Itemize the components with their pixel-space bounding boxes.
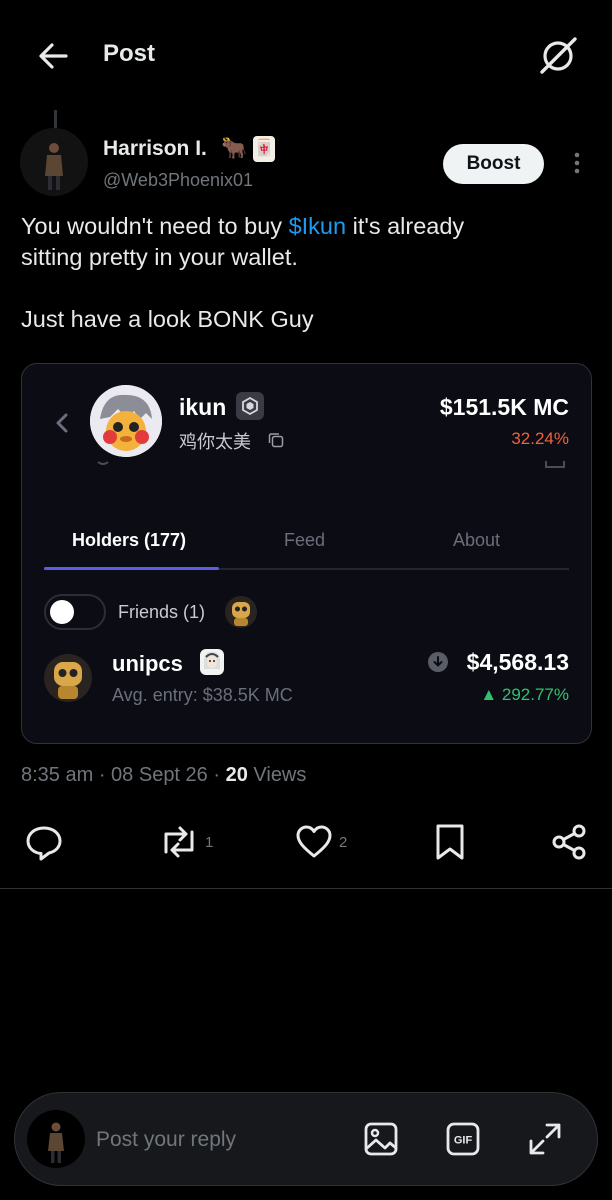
post-line: You wouldn't need to buy $Ikun it's alre… [21,213,465,239]
holder-change: ▲ 292.77% [480,685,569,704]
post-meta: 8:35 am · 08 Sept 26 · 20 Views [21,764,307,786]
more-button[interactable] [566,150,588,178]
repost-count: 1 [205,833,214,851]
tab-holders: Holders (177) [72,530,187,550]
market-cap-change: 32.24% [511,429,569,448]
token-mascot-icon [90,385,162,457]
copy-icon [268,432,284,448]
bull-emoji: 🐂 [221,137,248,160]
bookmark-button[interactable] [430,822,470,862]
cropped-element [96,460,110,468]
author-handle[interactable]: @Web3Phoenix01 [103,170,253,191]
tab-about: About [453,530,501,550]
reply-input[interactable]: Post your reply [96,1128,236,1152]
views-count: 20 [225,764,248,786]
tab-indicator [44,567,219,570]
download-icon [428,652,448,672]
repost-icon [164,826,194,858]
person-icon [45,143,63,190]
divider [0,888,612,889]
back-button[interactable] [30,36,76,76]
author-name[interactable]: Harrison I. [103,137,207,161]
token-name: ikun [179,394,227,420]
post-line: sitting pretty in your wallet. [21,244,298,270]
views-label: Views [253,764,307,786]
like-button[interactable]: 2 [294,822,347,862]
gif-icon: GIF [446,1122,480,1156]
chevron-left-icon [56,413,68,433]
post-text: You wouldn't need to buy $Ikun it's alre… [21,211,591,335]
robot-icon [232,602,250,626]
cropped-element [544,460,566,470]
bookmark-icon [436,824,464,860]
post-line: Just have a look BONK Guy [21,306,314,332]
page-title: Post [103,40,156,67]
mahjong-emoji: 🀄 [253,136,275,162]
holder-value: $4,568.13 [466,649,569,675]
repost-button[interactable]: 1 [158,822,213,862]
triangle-up-icon: ▲ [480,685,498,704]
reply-icon [26,826,62,861]
reply-composer[interactable]: Post your reply GIF [14,1092,598,1186]
gif-button[interactable]: GIF [445,1121,481,1157]
expand-icon [529,1123,561,1155]
robot-icon [54,662,82,699]
friends-toggle [44,594,106,630]
grok-icon [540,37,577,74]
friends-label: Friends (1) [118,602,206,622]
thread-line [54,110,57,128]
post-date[interactable]: 08 Sept 26 [111,764,208,786]
tab-feed: Feed [284,530,326,550]
holder-name: unipcs [112,651,183,676]
share-icon [552,824,586,860]
grok-button[interactable] [532,30,584,82]
holder-pfp-badge [200,649,224,675]
token-avatar [90,385,162,457]
image-icon [364,1122,398,1156]
expand-button[interactable] [527,1121,563,1157]
like-count: 2 [339,833,348,851]
embedded-image-card[interactable]: ikun 鸡你太美 $151.5K MC 32.24% Holders (177… [21,363,592,744]
person-icon [48,1122,64,1163]
cashtag-link[interactable]: $Ikun [289,213,347,239]
author-avatar[interactable] [20,128,88,196]
friend-avatar [225,596,257,628]
post-time[interactable]: 8:35 am [21,764,93,786]
token-badge-icon [236,392,264,420]
reply-button[interactable] [24,822,69,862]
arrow-left-icon [39,43,68,69]
top-bar: Post [0,0,612,108]
market-cap-value: $151.5K MC [439,394,569,420]
token-subtitle: 鸡你太美 [179,432,251,452]
image-button[interactable] [363,1121,399,1157]
more-vertical-icon [574,152,580,174]
toggle-knob [50,600,74,624]
holder-avg-entry: Avg. entry: $38.5K MC [112,685,293,705]
share-button[interactable] [549,822,589,862]
card-back-button [52,408,72,438]
svg-text:GIF: GIF [454,1135,473,1147]
like-icon [296,825,332,858]
holder-avatar [44,654,92,702]
boost-button[interactable]: Boost [443,144,544,184]
composer-avatar [27,1110,85,1168]
